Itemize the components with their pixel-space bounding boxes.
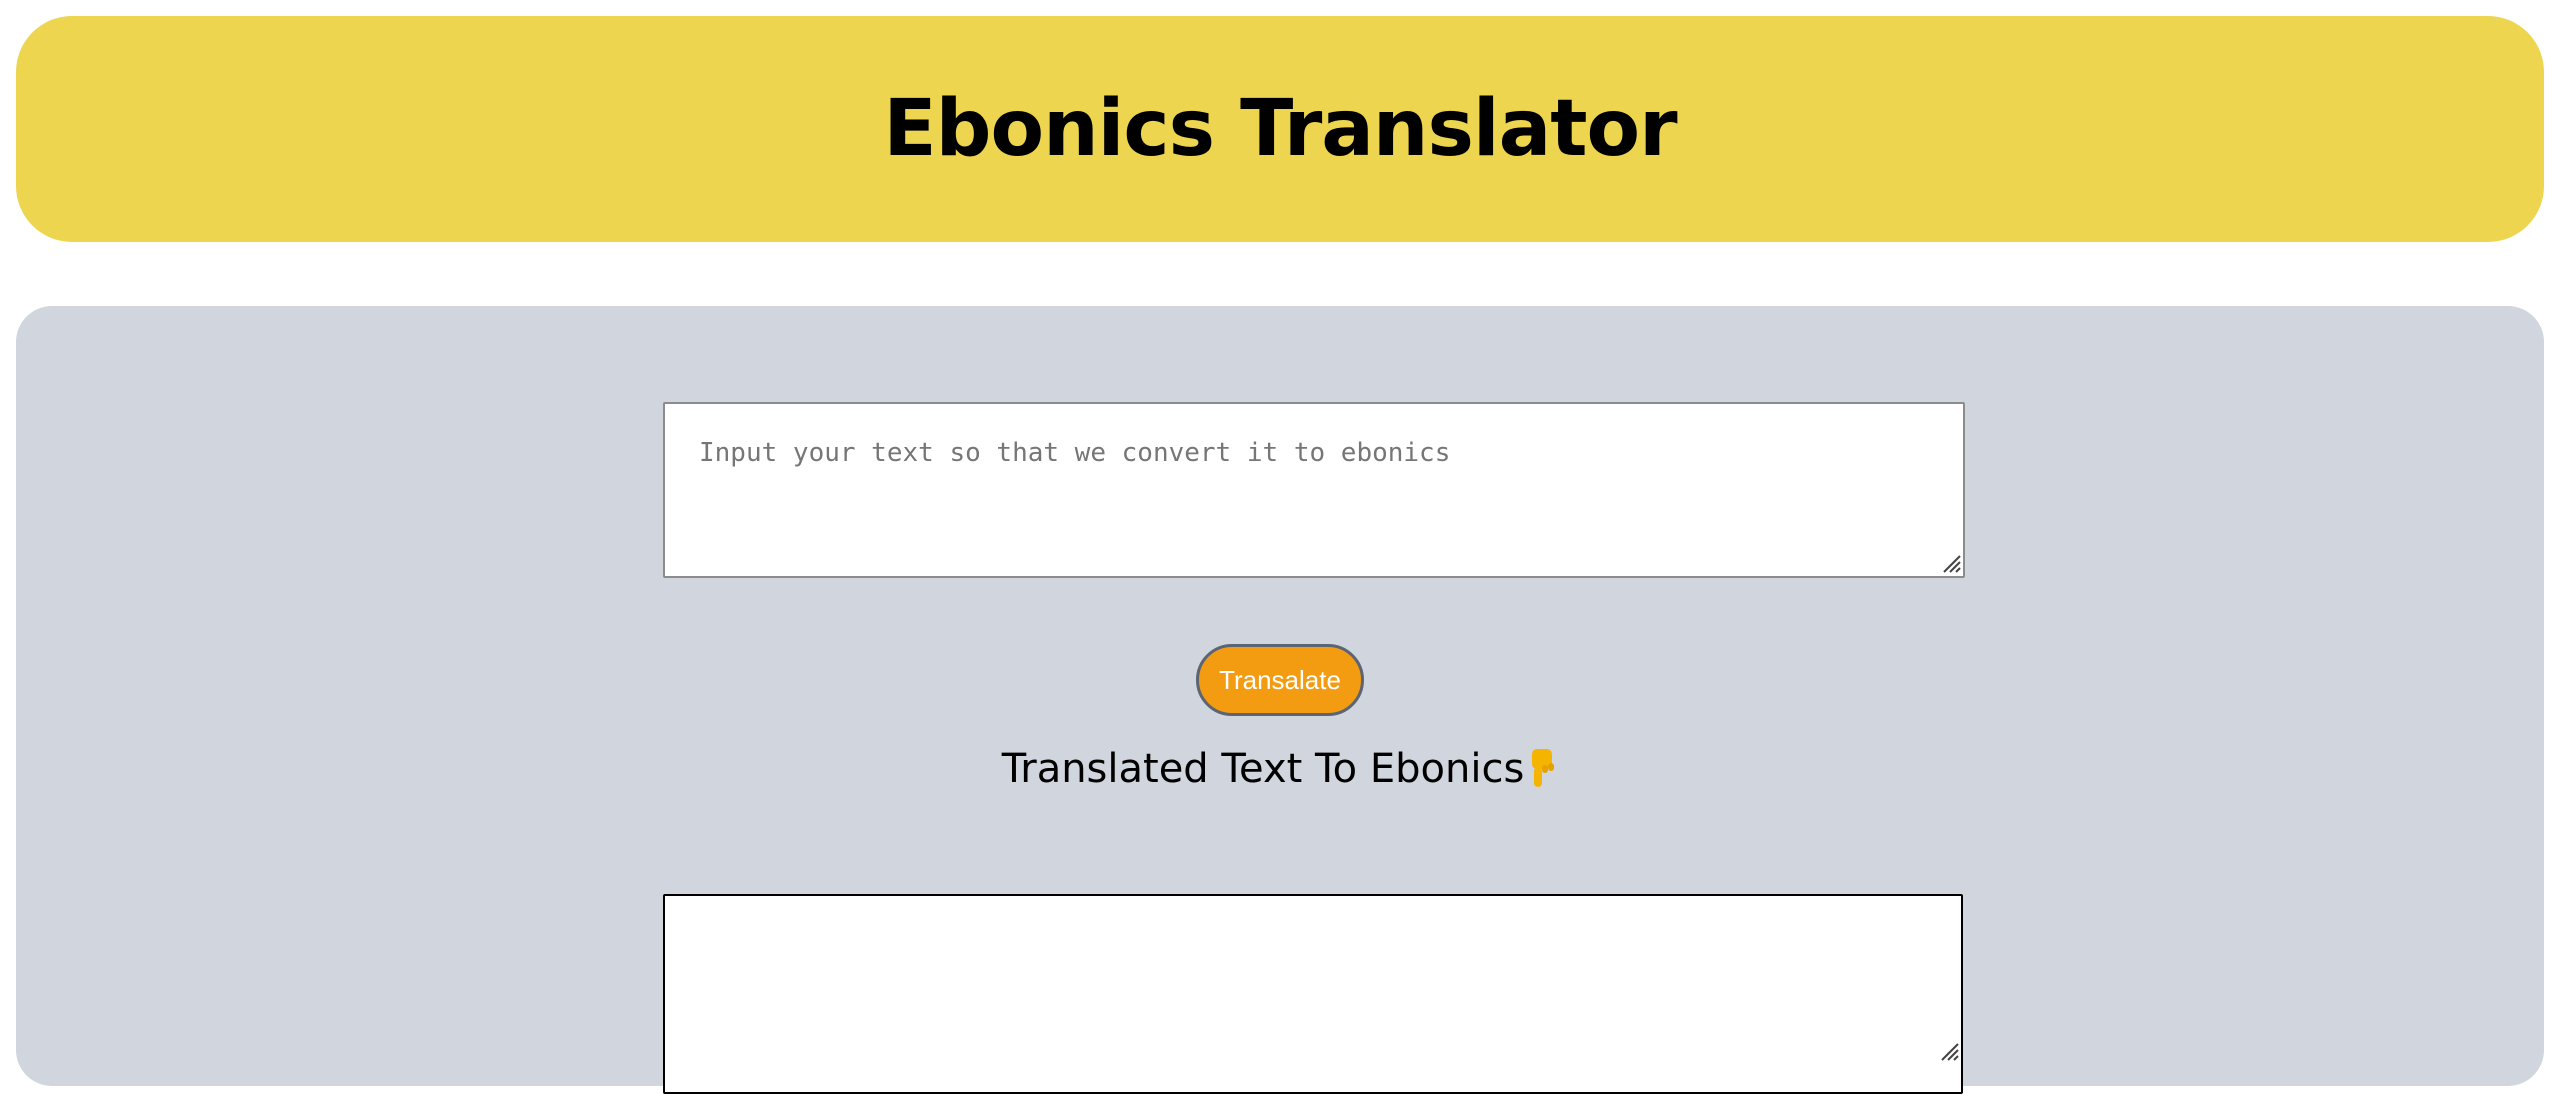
result-heading: Translated Text To Ebonics xyxy=(16,746,2544,792)
result-heading-text: Translated Text To Ebonics xyxy=(1001,746,1525,792)
translated-text-output[interactable] xyxy=(663,894,1963,1094)
page-header: Ebonics Translator xyxy=(16,16,2544,242)
translator-panel: Transalate Translated Text To Ebonics xyxy=(16,306,2544,1094)
translate-button[interactable]: Transalate xyxy=(1196,644,1364,716)
page-title: Ebonics Translator xyxy=(883,84,1677,174)
pointing-down-hand-icon xyxy=(1532,749,1555,787)
source-text-input[interactable] xyxy=(663,402,1965,578)
